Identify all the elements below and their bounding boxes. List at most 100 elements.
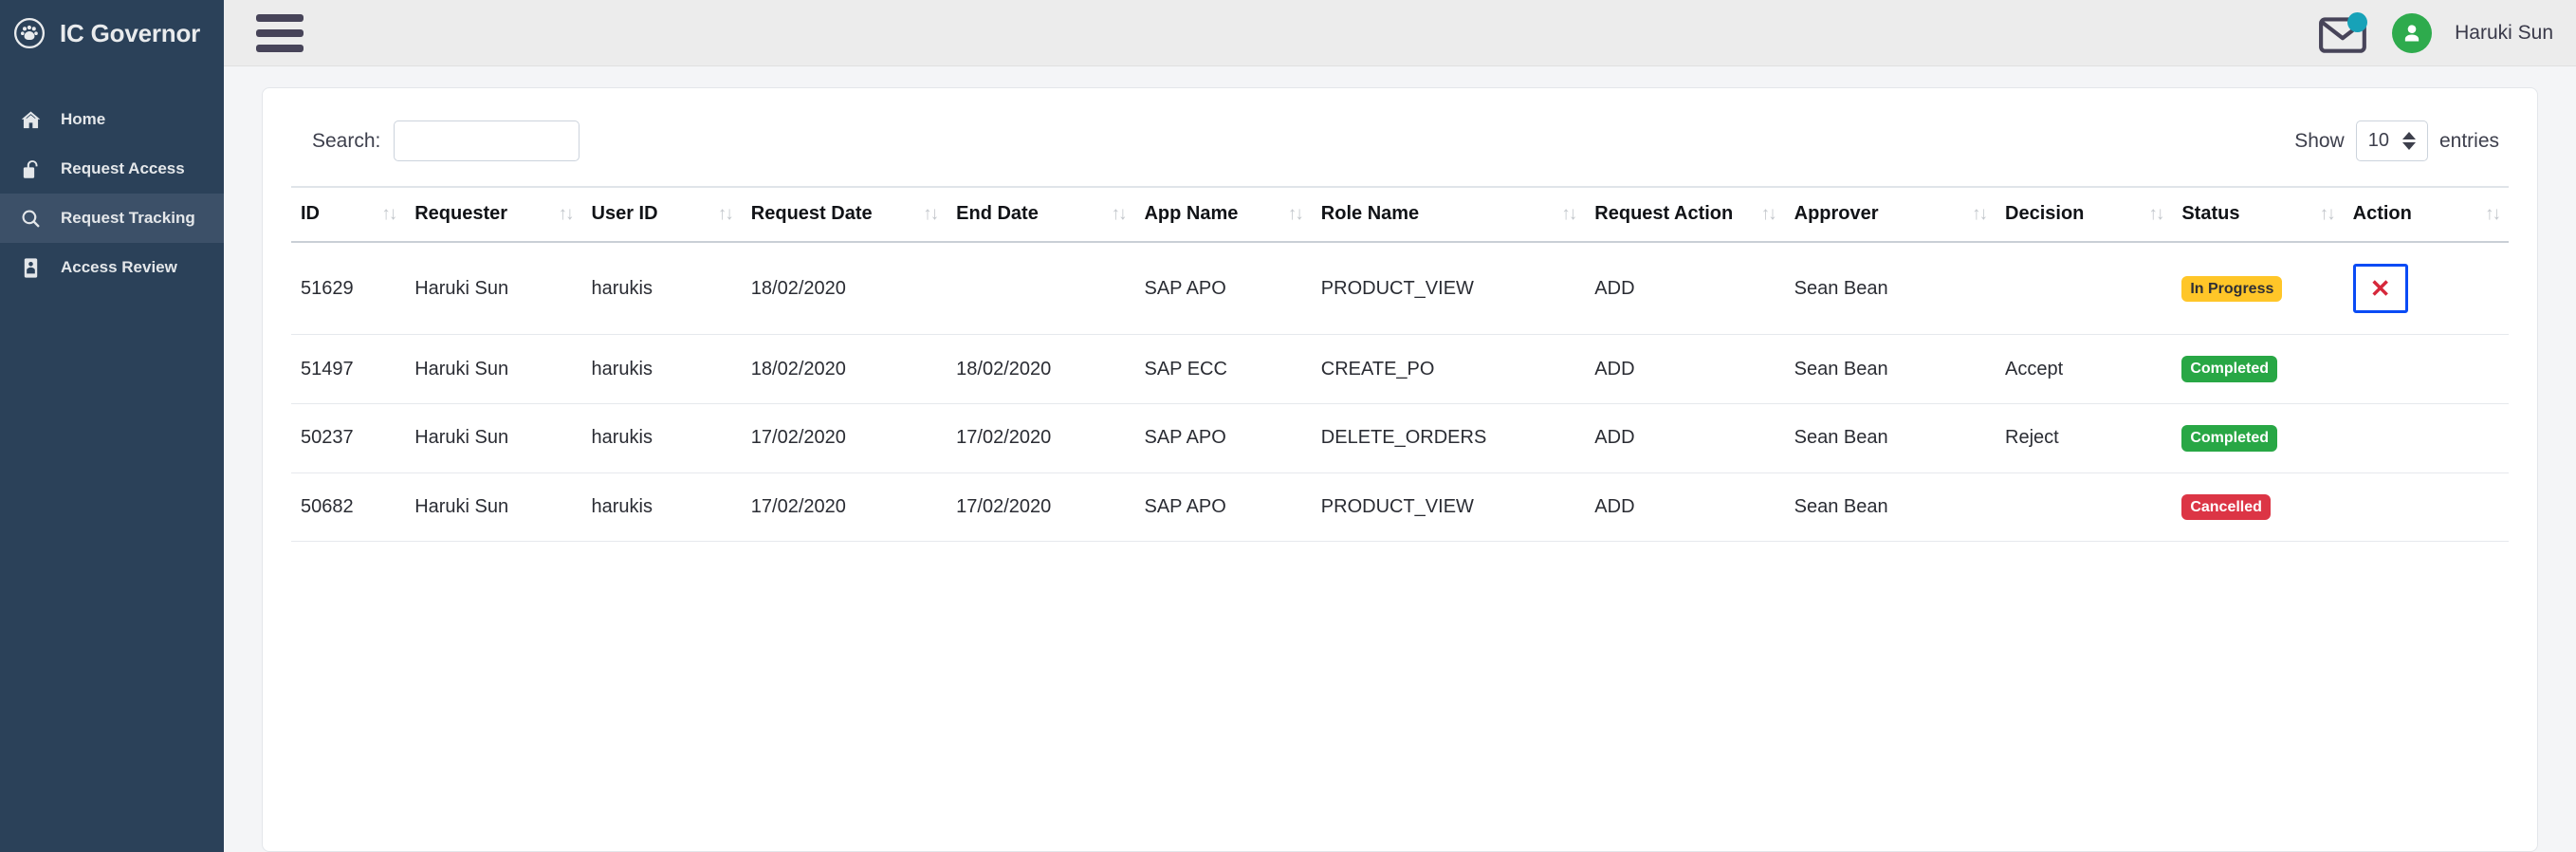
sidebar-item-label: Request Tracking xyxy=(61,209,195,228)
column-label: User ID xyxy=(592,203,658,224)
sort-both-icon: ↑↓ xyxy=(2148,205,2162,224)
content-area: Search: Show 10 entries xyxy=(224,66,2576,852)
column-label: Decision xyxy=(2005,203,2084,224)
column-label: Request Date xyxy=(751,203,873,224)
cell-user-id: harukis xyxy=(582,242,742,335)
cell-action: ✕ xyxy=(2344,242,2509,335)
cancel-request-button[interactable]: ✕ xyxy=(2353,264,2408,313)
search-group: Search: xyxy=(312,120,580,161)
column-label: App Name xyxy=(1144,203,1238,224)
show-label: Show xyxy=(2294,130,2345,153)
cell-status: Completed xyxy=(2172,403,2343,472)
cell-app-name: SAP ECC xyxy=(1134,335,1311,404)
cell-app-name: SAP APO xyxy=(1134,403,1311,472)
column-header-role-name[interactable]: Role Name↑↓ xyxy=(1312,187,1585,242)
cell-decision xyxy=(1996,242,2172,335)
column-header-app-name[interactable]: App Name ↑↓ xyxy=(1134,187,1311,242)
cell-end-date: 18/02/2020 xyxy=(947,335,1134,404)
cell-status: In Progress xyxy=(2172,242,2343,335)
column-header-status[interactable]: Status ↑↓ xyxy=(2172,187,2343,242)
sidebar-item-request-tracking[interactable]: Request Tracking xyxy=(0,194,224,243)
hamburger-bar xyxy=(256,14,304,22)
status-badge: Completed xyxy=(2181,425,2277,452)
updown-stepper-icon xyxy=(2402,132,2416,150)
column-label: Status xyxy=(2181,203,2239,224)
sort-both-icon: ↑↓ xyxy=(2320,205,2334,224)
cell-request-date: 18/02/2020 xyxy=(742,335,947,404)
cell-app-name: SAP APO xyxy=(1134,472,1311,542)
column-header-request-date[interactable]: Request Date ↑↓ xyxy=(742,187,947,242)
sidebar: IC Governor Home Request Access xyxy=(0,0,224,852)
cell-action xyxy=(2344,335,2509,404)
sort-both-icon: ↑↓ xyxy=(1288,205,1302,224)
request-tracking-table: ID↑↓ Requester↑↓ User ID↑↓ Request Date↑… xyxy=(291,186,2509,542)
status-badge: In Progress xyxy=(2181,276,2282,303)
sidebar-item-label: Access Review xyxy=(61,258,177,277)
request-tracking-card: Search: Show 10 entries xyxy=(262,87,2538,852)
cell-id: 50682 xyxy=(291,472,405,542)
cell-action xyxy=(2344,403,2509,472)
sidebar-nav: Home Request Access Request Tracking xyxy=(0,95,224,292)
avatar[interactable] xyxy=(2392,13,2432,53)
cell-user-id: harukis xyxy=(582,472,742,542)
table-head: ID↑↓ Requester↑↓ User ID↑↓ Request Date↑… xyxy=(291,187,2509,242)
cell-id: 51497 xyxy=(291,335,405,404)
cell-status: Cancelled xyxy=(2172,472,2343,542)
entries-label: entries xyxy=(2439,130,2499,153)
sidebar-item-access-review[interactable]: Access Review xyxy=(0,243,224,292)
cell-role-name: PRODUCT_VIEW xyxy=(1312,242,1585,335)
table-body: 51629Haruki Sunharukis18/02/2020SAP APOP… xyxy=(291,242,2509,541)
column-label: Approver xyxy=(1794,203,1879,224)
cell-requester: Haruki Sun xyxy=(405,472,581,542)
cell-status: Completed xyxy=(2172,335,2343,404)
cell-approver: Sean Bean xyxy=(1785,335,1996,404)
user-name[interactable]: Haruki Sun xyxy=(2455,22,2553,45)
column-header-end-date[interactable]: End Date↑↓ xyxy=(947,187,1134,242)
cell-decision: Reject xyxy=(1996,403,2172,472)
paw-circle-icon xyxy=(13,17,46,49)
envelope-icon[interactable] xyxy=(2318,12,2369,54)
column-label: ID xyxy=(301,203,320,224)
column-header-user-id[interactable]: User ID ↑↓ xyxy=(582,187,742,242)
x-icon: ✕ xyxy=(2370,276,2391,301)
cell-end-date: 17/02/2020 xyxy=(947,403,1134,472)
cell-end-date xyxy=(947,242,1134,335)
cell-request-action: ADD xyxy=(1585,242,1784,335)
home-icon xyxy=(19,108,42,131)
column-header-action[interactable]: Action↑↓ xyxy=(2344,187,2509,242)
search-input[interactable] xyxy=(394,120,580,161)
cell-decision: Accept xyxy=(1996,335,2172,404)
page-length-value: 10 xyxy=(2368,130,2389,152)
sort-both-icon: ↑↓ xyxy=(2485,205,2499,224)
page-length-select[interactable]: 10 xyxy=(2356,120,2428,161)
sort-both-icon: ↑↓ xyxy=(923,205,937,224)
sort-both-icon: ↑↓ xyxy=(1561,205,1575,224)
page-length-group: Show 10 entries xyxy=(2294,120,2499,161)
sort-both-icon: ↑↓ xyxy=(718,205,732,224)
cell-request-action: ADD xyxy=(1585,403,1784,472)
cell-request-action: ADD xyxy=(1585,335,1784,404)
cell-request-action: ADD xyxy=(1585,472,1784,542)
column-header-requester[interactable]: Requester ↑↓ xyxy=(405,187,581,242)
sort-both-icon: ↑↓ xyxy=(559,205,573,224)
id-card-icon xyxy=(19,256,42,279)
brand[interactable]: IC Governor xyxy=(0,0,224,66)
status-badge: Cancelled xyxy=(2181,494,2271,521)
column-header-decision[interactable]: Decision ↑↓ xyxy=(1996,187,2172,242)
column-header-id[interactable]: ID↑↓ xyxy=(291,187,405,242)
hamburger-icon[interactable] xyxy=(256,14,305,52)
cell-role-name: PRODUCT_VIEW xyxy=(1312,472,1585,542)
column-label: Requester xyxy=(414,203,507,224)
sort-both-icon: ↑↓ xyxy=(1972,205,1986,224)
cell-approver: Sean Bean xyxy=(1785,472,1996,542)
sidebar-item-request-access[interactable]: Request Access xyxy=(0,144,224,194)
table-header-row: ID↑↓ Requester↑↓ User ID↑↓ Request Date↑… xyxy=(291,187,2509,242)
sidebar-item-home[interactable]: Home xyxy=(0,95,224,144)
cell-id: 51629 xyxy=(291,242,405,335)
column-header-request-action[interactable]: Request Action↑↓ xyxy=(1585,187,1784,242)
topbar-right: Haruki Sun xyxy=(2318,12,2553,54)
column-header-approver[interactable]: Approver ↑↓ xyxy=(1785,187,1996,242)
topbar: Haruki Sun xyxy=(224,0,2576,66)
cell-decision xyxy=(1996,472,2172,542)
cell-role-name: CREATE_PO xyxy=(1312,335,1585,404)
